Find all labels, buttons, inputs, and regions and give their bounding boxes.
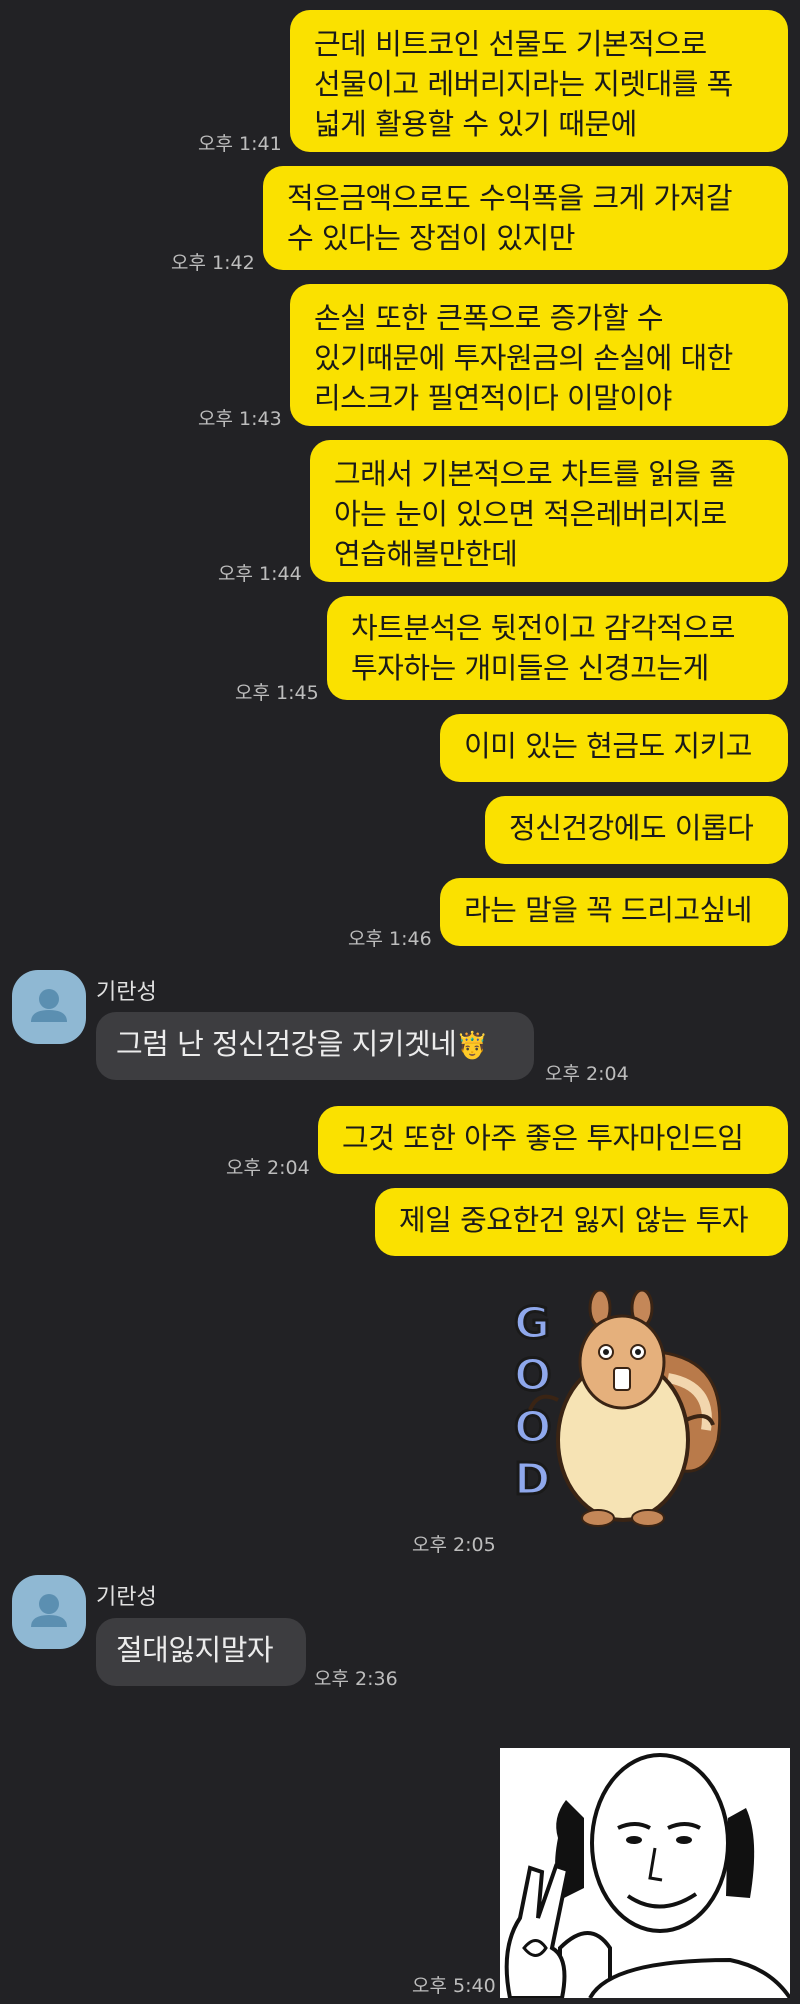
svg-text:O: O: [514, 1350, 551, 1401]
other-message-bubble[interactable]: 절대잃지말자: [96, 1618, 306, 1686]
message-timestamp: 오후 1:46: [348, 928, 432, 950]
person-icon: [31, 989, 67, 1022]
sender-name: 기란성: [96, 1585, 157, 1610]
svg-text:D: D: [514, 1454, 551, 1505]
contact-avatar[interactable]: [12, 1575, 86, 1649]
my-message-bubble[interactable]: 이미 있는 현금도 지키고: [440, 714, 788, 782]
prince-emoji: 🤴: [456, 1031, 489, 1061]
my-message-bubble[interactable]: 차트분석은 뒷전이고 감각적으로 투자하는 개미들은 신경끄는게: [327, 596, 788, 700]
squirrel-good-sticker[interactable]: G O O D: [508, 1288, 738, 1530]
svg-text:O: O: [514, 1402, 551, 1453]
my-message-bubble[interactable]: 적은금액으로도 수익폭을 크게 가져갈 수 있다는 장점이 있지만: [263, 166, 788, 270]
person-icon: [31, 1594, 67, 1627]
message-timestamp: 오후 2:04: [226, 1157, 310, 1179]
message-timestamp: 오후 1:45: [235, 682, 319, 704]
message-timestamp: 오후 2:04: [545, 1063, 629, 1085]
message-timestamp: 오후 1:44: [218, 563, 302, 585]
contact-avatar[interactable]: [12, 970, 86, 1044]
my-message-bubble[interactable]: 그것 또한 아주 좋은 투자마인드임: [318, 1106, 788, 1174]
sender-name: 기란성: [96, 980, 157, 1005]
sticker-letter: G: [514, 1298, 550, 1349]
my-message-bubble[interactable]: 그래서 기본적으로 차트를 읽을 줄 아는 눈이 있으면 적은레버리지로 연습해…: [310, 440, 788, 582]
my-message-bubble[interactable]: 라는 말을 꼭 드리고싶네: [440, 878, 788, 946]
message-timestamp: 오후 2:05: [412, 1534, 496, 1556]
other-message-bubble[interactable]: 그럼 난 정신건강을 지키겟네🤴: [96, 1012, 534, 1080]
message-timestamp: 오후 1:43: [198, 408, 282, 430]
bald-man-ok-sticker[interactable]: [500, 1748, 792, 2000]
message-timestamp: 오후 1:42: [171, 252, 255, 274]
my-message-bubble[interactable]: 손실 또한 큰폭으로 증가할 수 있기때문에 투자원금의 손실에 대한 리스크가…: [290, 284, 788, 426]
my-message-bubble[interactable]: 정신건강에도 이롭다: [485, 796, 788, 864]
message-timestamp: 오후 5:40: [412, 1975, 496, 1997]
message-timestamp: 오후 1:41: [198, 133, 282, 155]
my-message-bubble[interactable]: 제일 중요한건 잃지 않는 투자: [375, 1188, 788, 1256]
my-message-bubble[interactable]: 근데 비트코인 선물도 기본적으로 선물이고 레버리지라는 지렛대를 폭 넓게 …: [290, 10, 788, 152]
other-message-text: 그럼 난 정신건강을 지키겟네: [116, 1027, 457, 1061]
message-timestamp: 오후 2:36: [314, 1668, 398, 1690]
